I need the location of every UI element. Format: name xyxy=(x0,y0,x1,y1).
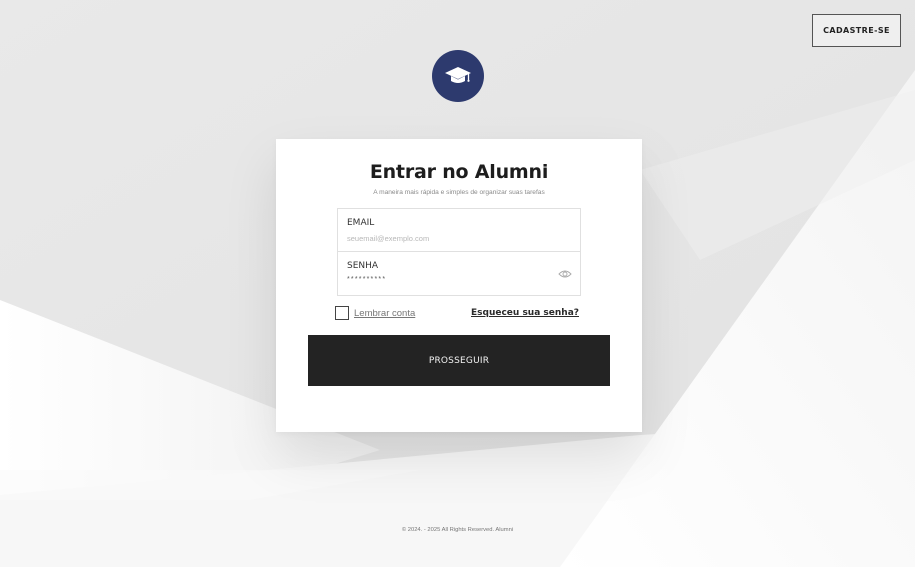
email-field-group: EMAIL xyxy=(337,208,581,252)
remember-checkbox[interactable] xyxy=(335,306,349,320)
remember-account[interactable]: Lembrar conta xyxy=(335,306,415,320)
eye-icon[interactable] xyxy=(558,268,572,280)
proceed-button[interactable]: PROSSEGUIR xyxy=(308,335,610,386)
graduation-cap-icon xyxy=(445,67,471,83)
remember-label[interactable]: Lembrar conta xyxy=(354,308,415,319)
logo xyxy=(432,50,484,102)
footer-copyright: © 2024. - 2025 All Rights Reserved. Alum… xyxy=(401,527,514,533)
register-button[interactable]: CADASTRE-SE xyxy=(812,14,901,47)
page-subtitle: A maneira mais rápida e simples de organ… xyxy=(373,189,545,196)
password-field-group: SENHA xyxy=(337,252,581,296)
page-title: Entrar no Alumni xyxy=(369,161,549,183)
password-input[interactable] xyxy=(347,276,547,283)
email-input[interactable] xyxy=(347,234,547,243)
password-label: SENHA xyxy=(347,261,379,271)
login-card: Entrar no Alumni A maneira mais rápida e… xyxy=(276,139,642,432)
forgot-password-link[interactable]: Esqueceu sua senha? xyxy=(471,308,579,318)
email-label: EMAIL xyxy=(347,218,375,228)
